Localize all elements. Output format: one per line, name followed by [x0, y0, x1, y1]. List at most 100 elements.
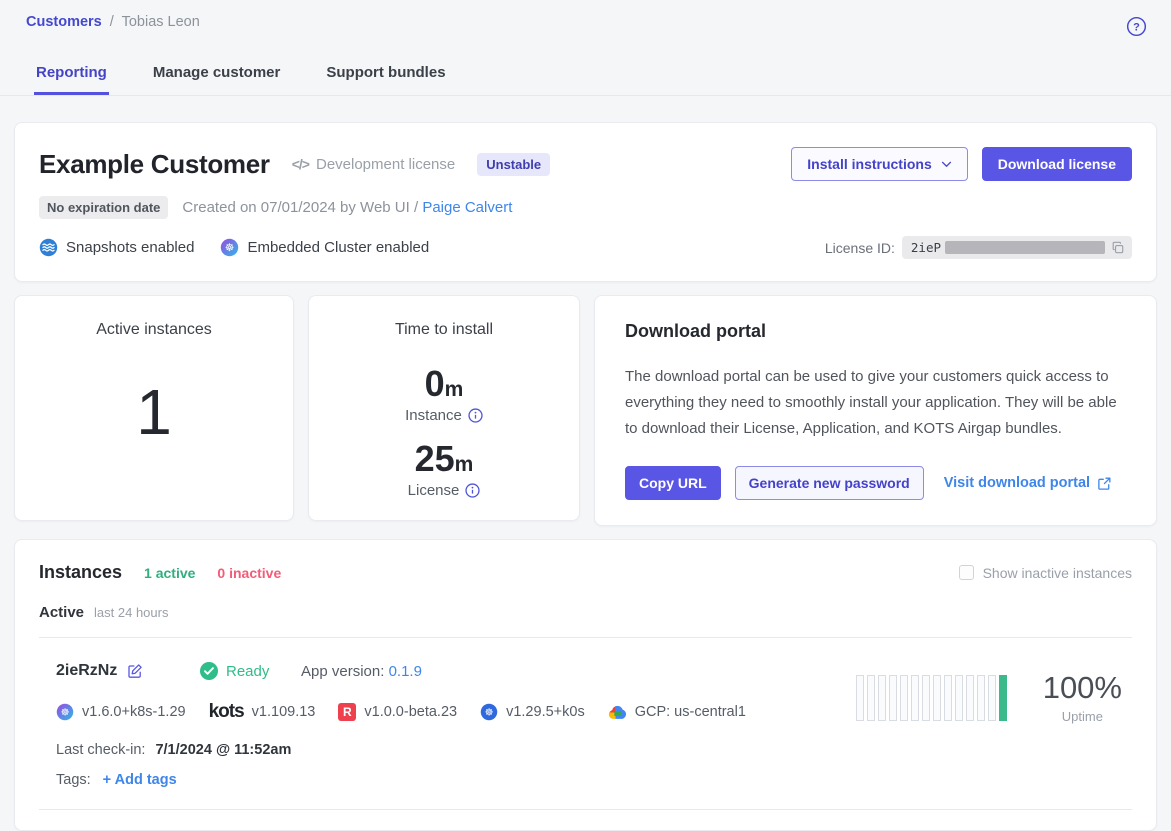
- kubernetes-version: ☸ v1.29.5+k0s: [480, 703, 585, 721]
- help-icon[interactable]: ?: [1126, 16, 1147, 42]
- created-text: Created on 07/01/2024 by Web UI / Paige …: [182, 199, 512, 216]
- visit-portal-label: Visit download portal: [944, 475, 1090, 491]
- copy-license-icon[interactable]: [1111, 241, 1125, 255]
- tab-support-bundles[interactable]: Support bundles: [324, 64, 447, 95]
- version-label: v1.6.0+k8s-1.29: [82, 704, 186, 720]
- svg-text:?: ?: [1133, 21, 1140, 33]
- last-checkin-value: 7/1/2024 @ 11:52am: [155, 742, 291, 758]
- embedded-cluster-icon: ☸: [56, 703, 74, 721]
- instances-title: Instances: [39, 562, 122, 583]
- tab-manage-customer[interactable]: Manage customer: [151, 64, 283, 95]
- uptime-bars: [856, 675, 1007, 721]
- license-install-time: 25m: [309, 438, 579, 480]
- chevron-down-icon: [941, 161, 952, 168]
- customer-title-row: Example Customer </> Development license…: [39, 147, 1132, 181]
- instance-install-label: Instance: [309, 407, 579, 424]
- svg-text:☸: ☸: [225, 243, 234, 254]
- info-icon[interactable]: [465, 483, 480, 498]
- customer-header-card: Example Customer </> Development license…: [14, 122, 1157, 282]
- tags-label: Tags:: [56, 772, 91, 788]
- time-to-install-card: Time to install 0m Instance 25m License: [308, 295, 580, 521]
- kots-logo: kots: [209, 701, 244, 723]
- version-label: v1.29.5+k0s: [506, 704, 585, 720]
- check-circle-icon: [200, 662, 218, 680]
- license-id-row: License ID: 2ieP: [825, 236, 1132, 259]
- created-by-link[interactable]: Paige Calvert: [422, 199, 512, 216]
- version-label: v1.109.13: [252, 704, 316, 720]
- add-tags-link[interactable]: + Add tags: [103, 772, 177, 788]
- license-id-field: 2ieP: [902, 236, 1132, 259]
- download-portal-actions: Copy URL Generate new password Visit dow…: [625, 466, 1126, 500]
- visit-portal-link[interactable]: Visit download portal: [944, 475, 1112, 491]
- breadcrumb-separator: /: [110, 14, 114, 30]
- download-license-button[interactable]: Download license: [982, 147, 1132, 181]
- breadcrumb: Customers / Tobias Leon: [26, 14, 200, 30]
- download-portal-title: Download portal: [625, 321, 1126, 342]
- show-inactive-label: Show inactive instances: [983, 565, 1132, 581]
- tab-bar: Reporting Manage customer Support bundle…: [0, 64, 1171, 96]
- last-checkin-label: Last check-in:: [56, 742, 145, 758]
- instance-id-text: 2ieRzNz: [56, 662, 117, 680]
- active-section-label: Active: [39, 604, 84, 621]
- version-label: GCP: us-central1: [635, 704, 746, 720]
- active-instances-card: Active instances 1: [14, 295, 294, 521]
- instance-row: 2ieRzNz Ready App version: 0.1.9: [39, 662, 1132, 788]
- customer-features-row: Snapshots enabled ☸ Embedded Cluster ena…: [39, 236, 1132, 259]
- info-icon[interactable]: [468, 408, 483, 423]
- feature-embedded-cluster: ☸ Embedded Cluster enabled: [220, 238, 429, 257]
- svg-text:☸: ☸: [485, 708, 494, 719]
- show-inactive-checkbox[interactable]: [959, 565, 974, 580]
- gcp-icon: [608, 705, 627, 720]
- generate-password-button[interactable]: Generate new password: [735, 466, 924, 500]
- customer-name: Example Customer: [39, 149, 270, 180]
- kots-version: kots v1.109.13: [209, 701, 316, 723]
- uptime-label: Uptime: [1043, 709, 1122, 724]
- active-count: 1 active: [144, 565, 195, 581]
- customer-meta-row: No expiration date Created on 07/01/2024…: [39, 196, 1132, 219]
- customer-reporting-page: Customers / Tobias Leon ? Reporting Mana…: [0, 0, 1171, 831]
- code-icon: </>: [292, 156, 309, 172]
- feature-label: Embedded Cluster enabled: [247, 239, 429, 256]
- download-portal-description: The download portal can be used to give …: [625, 364, 1126, 441]
- replicated-sdk-version: R v1.0.0-beta.23: [338, 703, 457, 721]
- last-checkin-row: Last check-in: 7/1/2024 @ 11:52am: [56, 742, 1132, 758]
- feature-label: Snapshots enabled: [66, 239, 194, 256]
- breadcrumb-current-customer: Tobias Leon: [122, 14, 200, 30]
- version-label: v1.0.0-beta.23: [364, 704, 457, 720]
- header-actions: Install instructions Download license: [791, 147, 1132, 181]
- tab-reporting[interactable]: Reporting: [34, 64, 109, 95]
- kubernetes-icon: ☸: [480, 703, 498, 721]
- replicated-icon: R: [338, 703, 356, 721]
- active-instances-value: 1: [15, 375, 293, 449]
- copy-url-button[interactable]: Copy URL: [625, 466, 721, 500]
- topbar: Customers / Tobias Leon ?: [0, 0, 1171, 42]
- svg-text:☸: ☸: [61, 708, 70, 719]
- stats-row: Active instances 1 Time to install 0m In…: [14, 295, 1157, 526]
- install-instructions-label: Install instructions: [807, 156, 931, 172]
- app-version: App version: 0.1.9: [301, 663, 422, 680]
- show-inactive-toggle[interactable]: Show inactive instances: [959, 565, 1132, 581]
- license-id-visible-text: 2ieP: [911, 240, 941, 255]
- instances-card-footer: [39, 810, 1132, 830]
- app-version-link[interactable]: 0.1.9: [389, 663, 422, 680]
- snapshots-icon: [39, 238, 58, 257]
- license-id-redacted: [945, 241, 1105, 254]
- edit-icon[interactable]: [127, 663, 143, 679]
- instances-card: Instances 1 active 0 inactive Show inact…: [14, 539, 1157, 831]
- uptime-summary: 100% Uptime: [1043, 670, 1122, 724]
- instance-status: Ready: [200, 662, 301, 680]
- install-instructions-button[interactable]: Install instructions: [791, 147, 967, 181]
- embedded-cluster-version: ☸ v1.6.0+k8s-1.29: [56, 703, 186, 721]
- time-to-install-title: Time to install: [309, 321, 579, 339]
- channel-badge: Unstable: [477, 153, 550, 176]
- instance-install-time: 0m: [309, 363, 579, 405]
- expiration-badge: No expiration date: [39, 196, 168, 219]
- breadcrumb-customers-link[interactable]: Customers: [26, 14, 102, 30]
- divider: [39, 637, 1132, 638]
- uptime-widget: 100% Uptime: [856, 670, 1122, 724]
- license-type-label: Development license: [316, 156, 455, 173]
- active-section-row: Active last 24 hours: [39, 604, 1132, 621]
- license-id-label: License ID:: [825, 240, 895, 256]
- tags-row: Tags: + Add tags: [56, 772, 1132, 788]
- active-instances-title: Active instances: [15, 321, 293, 339]
